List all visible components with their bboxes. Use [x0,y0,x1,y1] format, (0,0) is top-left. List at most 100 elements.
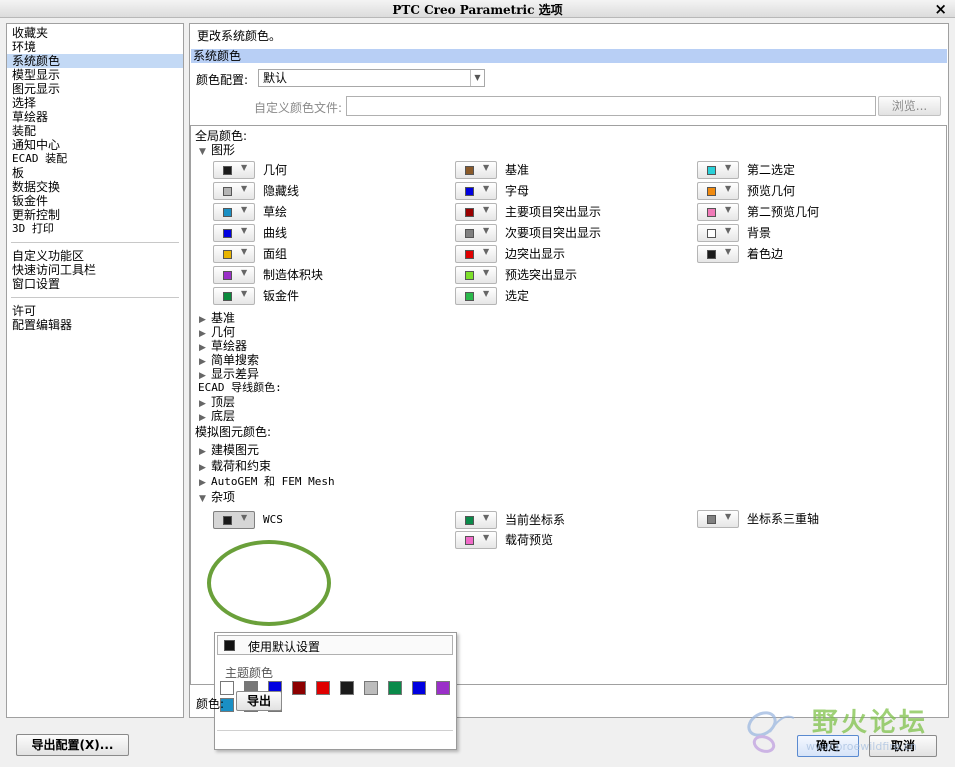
color-swatch [465,229,474,238]
color-swatch-button[interactable]: ▼ [213,266,255,284]
theme-color-swatch[interactable] [436,681,450,695]
color-swatch-button[interactable]: ▼ [213,161,255,179]
theme-color-swatch[interactable] [316,681,330,695]
nav-item[interactable]: 图元显示 [7,82,183,96]
nav-item[interactable]: 模型显示 [7,68,183,82]
color-swatch-button[interactable]: ▼ [697,161,739,179]
theme-color-swatch[interactable] [220,681,234,695]
window-title: PTC Creo Parametric 选项 [392,3,563,17]
simulation-item[interactable]: ▶ 建模图元 [199,441,259,458]
chevron-down-icon: ▼ [725,163,732,172]
color-swatch-button[interactable]: ▼ [213,287,255,305]
triangle-expanded-icon: ▼ [199,494,206,504]
theme-color-swatch[interactable] [292,681,306,695]
nav-item[interactable]: 许可 [7,304,183,318]
theme-color-swatch[interactable] [364,681,378,695]
theme-color-swatch[interactable] [412,681,426,695]
theme-colors-label: 主题颜色 [225,666,274,680]
color-swatch [223,208,232,217]
color-swatch [707,208,716,217]
nav-item[interactable]: 钣金件 [7,194,183,208]
simulation-item[interactable]: ▶ AutoGEM 和 FEM Mesh [199,473,335,489]
color-swatch [707,187,716,196]
nav-item[interactable]: 系统颜色 [7,54,183,68]
color-swatch-button[interactable]: ▼ [697,182,739,200]
color-label: 载荷预览 [505,533,554,547]
misc-group-header[interactable]: ▼ 杂项 [199,488,235,505]
theme-color-swatch[interactable] [340,681,354,695]
color-label: WCS [263,513,283,526]
color-swatch-button[interactable]: ▼ [697,203,739,221]
color-swatch-button[interactable]: ▼ [455,511,497,529]
color-swatch-button[interactable]: ▼ [213,245,255,263]
color-swatch [223,516,232,525]
nav-item[interactable]: 装配 [7,124,183,138]
use-default-option[interactable]: 使用默认设置 [217,635,453,655]
nav-item[interactable]: 快速访问工具栏 [7,263,183,277]
nav-item[interactable]: 配置编辑器 [7,318,183,332]
color-swatch-button[interactable]: ▼ [697,510,739,528]
triangle-expanded-icon: ▼ [199,147,206,157]
triangle-collapsed-icon: ▶ [199,413,206,423]
default-color-swatch [224,640,235,651]
dialog-footer: 导出配置(X)... 确定 取消 [0,722,955,767]
nav-item[interactable]: 窗口设置 [7,277,183,291]
color-label: 基准 [505,163,530,177]
color-swatch-button[interactable]: ▼ [455,182,497,200]
export-config-button[interactable]: 导出配置(X)... [16,734,129,756]
ok-button[interactable]: 确定 [797,735,859,757]
chevron-down-icon: ▼ [483,163,490,172]
nav-item[interactable]: 数据交换 [7,180,183,194]
export-colors-button[interactable]: 导出 [236,691,282,711]
color-label: 坐标系三重轴 [747,512,820,526]
chevron-down-icon: ▼ [725,512,732,521]
custom-color-file-input[interactable] [346,96,876,116]
color-swatch-button[interactable]: ▼ [455,287,497,305]
color-swatch-button[interactable]: ▼ [455,203,497,221]
color-swatch [223,292,232,301]
theme-color-swatch[interactable] [388,681,402,695]
ecad-item[interactable]: ▶ 底层 [199,407,235,424]
simulation-item[interactable]: ▶ 载荷和约束 [199,457,271,474]
color-swatch-button[interactable]: ▼ [455,161,497,179]
color-swatch [465,166,474,175]
nav-item[interactable]: 草绘器 [7,110,183,124]
browse-button[interactable]: 浏览... [878,96,941,116]
chevron-down-icon: ▼ [470,70,484,86]
nav-item[interactable]: 环境 [7,40,183,54]
color-config-value: 默认 [263,71,288,85]
color-config-dropdown[interactable]: 默认 ▼ [258,69,485,87]
close-icon[interactable]: × [934,0,947,18]
triangle-collapsed-icon: ▶ [199,478,206,488]
chevron-down-icon: ▼ [725,184,732,193]
color-swatch-button[interactable]: ▼ [455,245,497,263]
chevron-down-icon: ▼ [725,247,732,256]
graphics-group-header[interactable]: ▼ 图形 [199,141,235,158]
color-swatch-button[interactable]: ▼ [455,531,497,549]
chevron-down-icon: ▼ [483,513,490,522]
color-swatch [707,229,716,238]
nav-item[interactable]: ECAD 装配 [7,152,183,166]
nav-item[interactable]: 更新控制 [7,208,183,222]
color-swatch-button[interactable]: ▼ [213,511,255,529]
nav-item[interactable]: 通知中心 [7,138,183,152]
color-swatch-button[interactable]: ▼ [697,245,739,263]
nav-item[interactable]: 选择 [7,96,183,110]
color-swatch-button[interactable]: ▼ [455,266,497,284]
color-swatch-button[interactable]: ▼ [455,224,497,242]
nav-item[interactable]: 板 [7,166,183,180]
cancel-button[interactable]: 取消 [869,735,937,757]
nav-item[interactable]: 自定义功能区 [7,249,183,263]
color-swatch-button[interactable]: ▼ [697,224,739,242]
color-label: 预览几何 [747,184,796,198]
color-swatch-button[interactable]: ▼ [213,203,255,221]
nav-item[interactable]: 收藏夹 [7,26,183,40]
color-settings-area: 全局颜色: ▼ 图形 ▼ 几何 ▼ 隐藏线 ▼ 草绘 ▼ 曲线 ▼ 面组 ▼ 制造体积块 ▼ 钣金件 ▼ 基准 ▼… [190,125,947,750]
color-label: 几何 [263,163,288,177]
color-swatch-button[interactable]: ▼ [213,224,255,242]
color-label: 字母 [505,184,530,198]
misc-group-label: 杂项 [211,490,236,504]
nav-item[interactable]: 3D 打印 [7,222,183,236]
color-label: 背景 [747,226,772,240]
color-swatch-button[interactable]: ▼ [213,182,255,200]
